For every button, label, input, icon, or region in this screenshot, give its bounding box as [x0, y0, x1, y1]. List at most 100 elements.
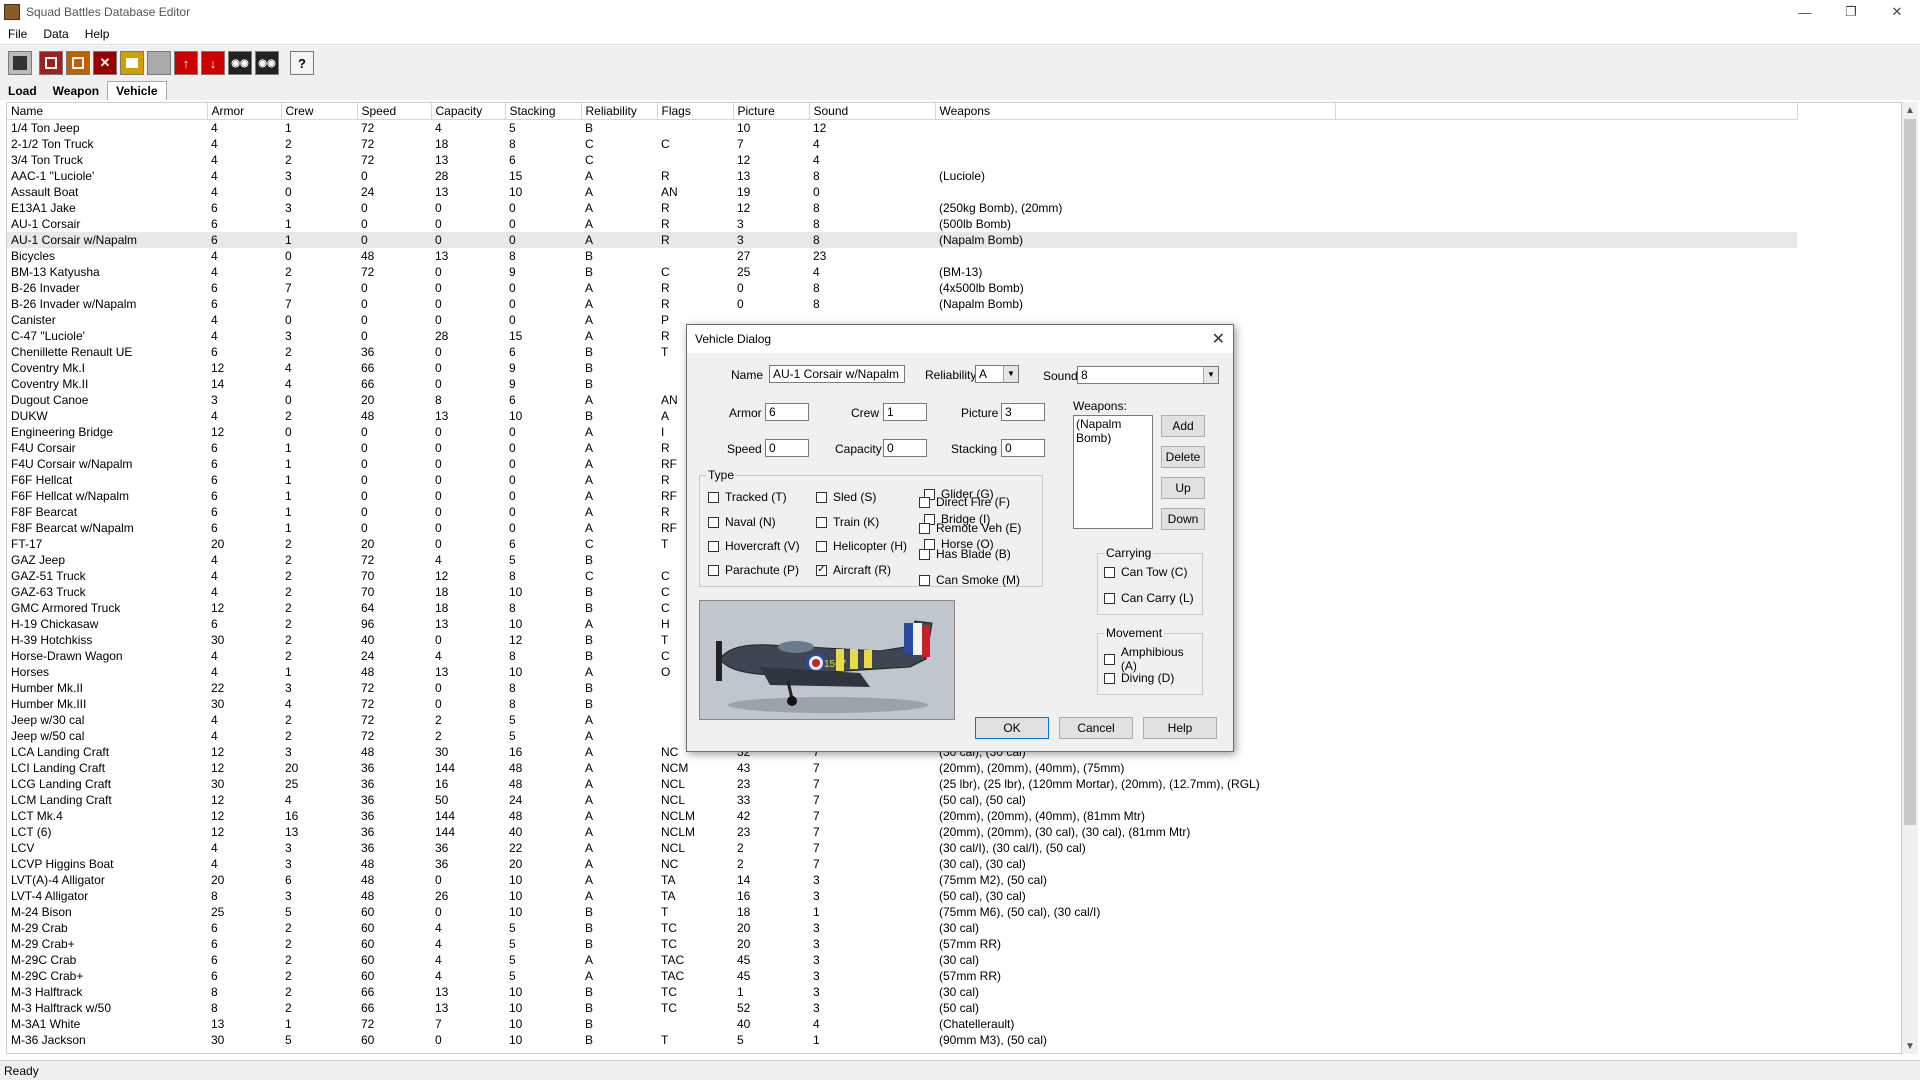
tab-weapon[interactable]: Weapon [45, 82, 107, 100]
column-header[interactable]: Crew [281, 103, 358, 120]
tab-load[interactable]: Load [0, 82, 45, 100]
name-field[interactable]: AU-1 Corsair w/Napalm [769, 365, 905, 383]
can-smoke-checkbox[interactable]: Can Smoke (M) [919, 573, 1020, 587]
table-row[interactable]: M-29C Crab+ 6 2 60 4 5 A TAC 45 3 (57mm RR) [7, 968, 1797, 984]
delete-icon[interactable]: ✕ [93, 51, 117, 75]
move-up-icon[interactable]: ↑ [174, 51, 198, 75]
sled-checkbox[interactable]: Sled (S) [816, 490, 876, 504]
naval-checkbox[interactable]: Naval (N) [708, 515, 776, 529]
table-row[interactable]: M-29C Crab 6 2 60 4 5 A TAC 45 3 (30 cal) [7, 952, 1797, 968]
table-row[interactable]: AU-1 Corsair w/Napalm 6 1 0 0 0 A R 3 8 (Napalm Bo… [7, 232, 1797, 248]
menu-help[interactable]: Help [77, 27, 118, 41]
tab-vehicle[interactable]: Vehicle [107, 81, 167, 100]
table-row[interactable]: M-29 Crab+ 6 2 60 4 5 B TC 20 3 (57mm RR) [7, 936, 1797, 952]
scroll-up-icon[interactable]: ▲ [1902, 102, 1918, 118]
table-row[interactable]: E13A1 Jake 6 3 0 0 0 A R 12 8 (250kg Bomb), (20mm) [7, 200, 1797, 216]
table-row[interactable]: M-29 Crab 6 2 60 4 5 B TC 20 3 (30 cal) [7, 920, 1797, 936]
table-row[interactable]: AAC-1 "Luciole' 4 3 0 28 15 A R 13 8 (Luciole) [7, 168, 1797, 184]
table-row[interactable]: M-24 Bison 25 5 60 0 10 B T 18 1 (75mm M6), (50 ca… [7, 904, 1797, 920]
weapons-list-item[interactable]: (Napalm Bomb) [1076, 417, 1150, 445]
table-row[interactable]: B-26 Invader 6 7 0 0 0 A R 0 8 (4x500lb Bomb) [7, 280, 1797, 296]
picture-field[interactable]: 3 [1001, 403, 1045, 421]
capacity-field[interactable]: 0 [883, 439, 927, 457]
table-row[interactable]: M-36 Jackson 30 5 60 0 10 B T 5 1 (90mm M3), (50 c… [7, 1032, 1797, 1048]
table-row[interactable]: 3/4 Ton Truck 4 2 72 13 6 C 12 4 [7, 152, 1797, 168]
column-header[interactable]: Name [7, 103, 208, 120]
table-row[interactable]: LVT-4 Alligator 8 3 48 26 10 A TA 16 3 (50 cal), (… [7, 888, 1797, 904]
aircraft-checkbox[interactable]: ✓ Aircraft (R) [816, 563, 891, 577]
column-header[interactable]: Capacity [431, 103, 506, 120]
menu-data[interactable]: Data [35, 27, 76, 41]
move-down-icon[interactable]: ↓ [201, 51, 225, 75]
column-header[interactable]: Stacking [505, 103, 582, 120]
diving-checkbox[interactable]: Diving (D) [1104, 671, 1174, 685]
chevron-down-icon[interactable]: ▼ [1203, 367, 1218, 383]
parachute-checkbox[interactable]: Parachute (P) [708, 563, 799, 577]
amphibious-checkbox[interactable]: Amphibious (A) [1104, 645, 1202, 673]
new-icon[interactable] [66, 51, 90, 75]
remote-veh-checkbox[interactable]: Remote Veh (E) [919, 521, 1021, 535]
has-blade-checkbox[interactable]: Has Blade (B) [919, 547, 1011, 561]
column-header[interactable]: Reliability [581, 103, 658, 120]
save-icon[interactable] [8, 51, 32, 75]
table-row[interactable]: Bicycles 4 0 48 13 8 B 27 23 [7, 248, 1797, 264]
blank-icon[interactable] [147, 51, 171, 75]
table-row[interactable]: M-3 Halftrack w/50 8 2 66 13 10 B TC 52 3 (50 cal) [7, 1000, 1797, 1016]
weapons-list[interactable]: (Napalm Bomb) [1073, 415, 1153, 529]
down-weapon-button[interactable]: Down [1161, 508, 1205, 530]
view-icon[interactable]: ◉◉ [228, 51, 252, 75]
tracked-checkbox[interactable]: Tracked (T) [708, 490, 787, 504]
chevron-down-icon[interactable]: ▼ [1003, 366, 1018, 382]
up-weapon-button[interactable]: Up [1161, 477, 1205, 499]
column-header[interactable]: Sound [809, 103, 936, 120]
table-row[interactable]: LCT (6) 12 13 36 144 40 A NCLM 23 7 (20mm), (20mm)… [7, 824, 1797, 840]
table-row[interactable]: LCT Mk.4 12 16 36 144 48 A NCLM 42 7 (20mm), (20mm… [7, 808, 1797, 824]
cancel-button[interactable]: Cancel [1059, 717, 1133, 739]
help-button[interactable]: Help [1143, 717, 1217, 739]
table-row[interactable]: LCV 4 3 36 36 22 A NCL 2 7 (30 cal/I), (30 cal/I),… [7, 840, 1797, 856]
open-icon[interactable] [39, 51, 63, 75]
table-row[interactable]: LCM Landing Craft 12 4 36 50 24 A NCL 33 7 (50 cal… [7, 792, 1797, 808]
view2-icon[interactable]: ◉◉ [255, 51, 279, 75]
close-icon[interactable]: ✕ [1874, 0, 1920, 24]
delete-weapon-button[interactable]: Delete [1161, 446, 1205, 468]
column-header[interactable]: Armor [207, 103, 282, 120]
table-row[interactable]: AU-1 Corsair 6 1 0 0 0 A R 3 8 (500lb Bomb) [7, 216, 1797, 232]
reliability-select[interactable]: A ▼ [975, 365, 1019, 383]
hovercraft-checkbox[interactable]: Hovercraft (V) [708, 539, 800, 553]
menu-file[interactable]: File [0, 27, 35, 41]
train-checkbox[interactable]: Train (K) [816, 515, 879, 529]
stacking-field[interactable]: 0 [1001, 439, 1045, 457]
sound-select[interactable]: 8 ▼ [1077, 366, 1219, 384]
edit-icon[interactable] [120, 51, 144, 75]
table-row[interactable]: M-3 Halftrack 8 2 66 13 10 B TC 1 3 (30 cal) [7, 984, 1797, 1000]
dialog-close-icon[interactable]: ✕ [1212, 329, 1225, 349]
add-weapon-button[interactable]: Add [1161, 415, 1205, 437]
table-row[interactable]: Assault Boat 4 0 24 13 10 A AN 19 0 [7, 184, 1797, 200]
direct-fire-checkbox[interactable]: Direct Fire (F) [919, 495, 1010, 509]
table-row[interactable]: BM-13 Katyusha 4 2 72 0 9 B C 25 4 (BM-13) [7, 264, 1797, 280]
column-header[interactable]: Flags [657, 103, 734, 120]
speed-field[interactable]: 0 [765, 439, 809, 457]
ok-button[interactable]: OK [975, 717, 1049, 739]
can-tow-checkbox[interactable]: Can Tow (C) [1104, 565, 1187, 579]
table-row[interactable]: LCG Landing Craft 30 25 36 16 48 A NCL 23 7 (25 lb… [7, 776, 1797, 792]
column-header[interactable]: Weapons [935, 103, 1336, 120]
column-header[interactable]: Picture [733, 103, 810, 120]
help-icon[interactable]: ? [290, 51, 314, 75]
armor-field[interactable]: 6 [765, 403, 809, 421]
table-row[interactable]: 2-1/2 Ton Truck 4 2 72 18 8 C C 7 4 [7, 136, 1797, 152]
scroll-down-icon[interactable]: ▼ [1902, 1038, 1918, 1054]
crew-field[interactable]: 1 [883, 403, 927, 421]
table-row[interactable]: LCVP Higgins Boat 4 3 48 36 20 A NC 2 7 (30 cal), … [7, 856, 1797, 872]
table-row[interactable]: LVT(A)-4 Alligator 20 6 48 0 10 A TA 14 3 (75mm M2… [7, 872, 1797, 888]
table-row[interactable]: M-3A1 White 13 1 72 7 10 B 40 4 (Chatellerault) [7, 1016, 1797, 1032]
helicopter-checkbox[interactable]: Helicopter (H) [816, 539, 907, 553]
vertical-scrollbar[interactable]: ▲ ▼ [1902, 102, 1918, 1054]
table-row[interactable]: 1/4 Ton Jeep 4 1 72 4 5 B 10 12 [7, 120, 1797, 137]
table-row[interactable]: B-26 Invader w/Napalm 6 7 0 0 0 A R 0 8 (Napalm Bo… [7, 296, 1797, 312]
minimize-icon[interactable]: — [1782, 0, 1828, 24]
column-header[interactable]: Speed [357, 103, 432, 120]
restore-icon[interactable]: ❐ [1828, 0, 1874, 24]
scroll-thumb[interactable] [1904, 119, 1916, 825]
